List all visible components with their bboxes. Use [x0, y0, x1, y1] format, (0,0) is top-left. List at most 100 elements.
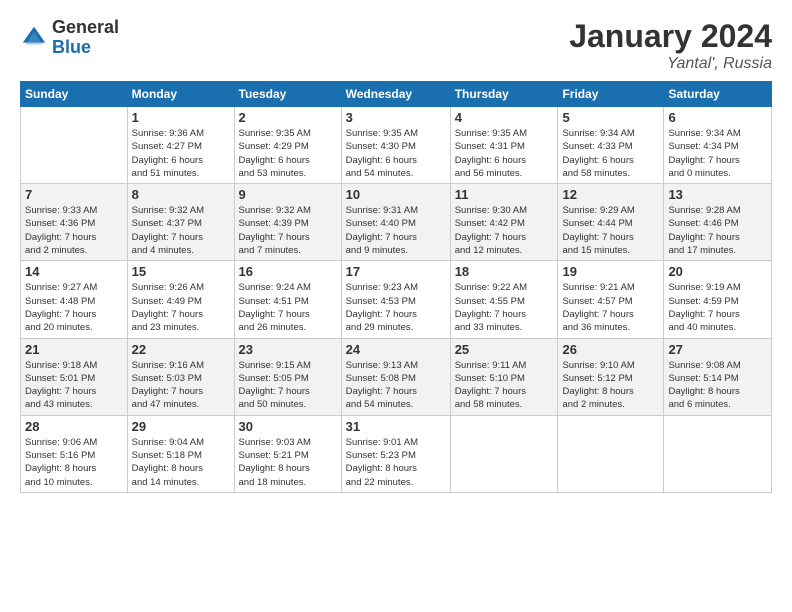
- day-number: 23: [239, 342, 337, 357]
- day-number: 24: [346, 342, 446, 357]
- title-location: Yantal', Russia: [569, 55, 772, 73]
- calendar-cell: [450, 415, 558, 492]
- day-info: Sunrise: 9:32 AM Sunset: 4:39 PM Dayligh…: [239, 204, 337, 257]
- calendar-cell: 15 Sunrise: 9:26 AM Sunset: 4:49 PM Dayli…: [127, 261, 234, 338]
- calendar-header-row: SundayMondayTuesdayWednesdayThursdayFrid…: [21, 82, 772, 107]
- calendar-cell: 25Sunrise: 9:11 AM Sunset: 5:10 PM Dayli…: [450, 338, 558, 415]
- day-number: 4: [455, 110, 554, 125]
- day-number: 22: [132, 342, 230, 357]
- day-info: Sunrise: 9:22 AM Sunset: 4:55 PM Dayligh…: [455, 281, 554, 334]
- calendar-day-header: Tuesday: [234, 82, 341, 107]
- calendar-cell: 11Sunrise: 9:30 AM Sunset: 4:42 PM Dayli…: [450, 184, 558, 261]
- calendar-cell: [558, 415, 664, 492]
- logo: General Blue: [20, 18, 119, 58]
- day-number: 17: [346, 264, 446, 279]
- day-number: 15: [132, 264, 230, 279]
- calendar-week-row: 21 Sunrise: 9:18 AM Sunset: 5:01 PM Dayli…: [21, 338, 772, 415]
- logo-icon: [20, 24, 48, 52]
- day-number: 30: [239, 419, 337, 434]
- day-info: Sunrise: 9:19 AM Sunset: 4:59 PM Dayligh…: [668, 281, 767, 334]
- calendar-cell: 5 Sunrise: 9:34 AM Sunset: 4:33 PM Daylig…: [558, 107, 664, 184]
- day-info: Sunrise: 9:32 AM Sunset: 4:37 PM Dayligh…: [132, 204, 230, 257]
- calendar-cell: 1Sunrise: 9:36 AM Sunset: 4:27 PM Daylig…: [127, 107, 234, 184]
- calendar-cell: 22 Sunrise: 9:16 AM Sunset: 5:03 PM Dayli…: [127, 338, 234, 415]
- day-info: Sunrise: 9:34 AM Sunset: 4:34 PM Dayligh…: [668, 127, 767, 180]
- header: General Blue January 2024 Yantal', Russi…: [20, 18, 772, 73]
- calendar-cell: 14 Sunrise: 9:27 AM Sunset: 4:48 PM Dayli…: [21, 261, 128, 338]
- day-info: Sunrise: 9:27 AM Sunset: 4:48 PM Dayligh…: [25, 281, 123, 334]
- day-number: 3: [346, 110, 446, 125]
- page: General Blue January 2024 Yantal', Russi…: [0, 0, 792, 612]
- day-info: Sunrise: 9:21 AM Sunset: 4:57 PM Dayligh…: [562, 281, 659, 334]
- calendar-cell: 23Sunrise: 9:15 AM Sunset: 5:05 PM Dayli…: [234, 338, 341, 415]
- calendar-cell: 10 Sunrise: 9:31 AM Sunset: 4:40 PM Dayli…: [341, 184, 450, 261]
- day-info: Sunrise: 9:24 AM Sunset: 4:51 PM Dayligh…: [239, 281, 337, 334]
- day-info: Sunrise: 9:03 AM Sunset: 5:21 PM Dayligh…: [239, 436, 337, 489]
- day-info: Sunrise: 9:23 AM Sunset: 4:53 PM Dayligh…: [346, 281, 446, 334]
- day-info: Sunrise: 9:29 AM Sunset: 4:44 PM Dayligh…: [562, 204, 659, 257]
- day-number: 10: [346, 187, 446, 202]
- day-info: Sunrise: 9:13 AM Sunset: 5:08 PM Dayligh…: [346, 359, 446, 412]
- calendar-week-row: 1Sunrise: 9:36 AM Sunset: 4:27 PM Daylig…: [21, 107, 772, 184]
- day-number: 31: [346, 419, 446, 434]
- day-info: Sunrise: 9:10 AM Sunset: 5:12 PM Dayligh…: [562, 359, 659, 412]
- logo-general: General: [52, 18, 119, 38]
- day-info: Sunrise: 9:18 AM Sunset: 5:01 PM Dayligh…: [25, 359, 123, 412]
- calendar-cell: 3 Sunrise: 9:35 AM Sunset: 4:30 PM Daylig…: [341, 107, 450, 184]
- calendar-cell: 20 Sunrise: 9:19 AM Sunset: 4:59 PM Dayli…: [664, 261, 772, 338]
- day-number: 16: [239, 264, 337, 279]
- calendar-day-header: Saturday: [664, 82, 772, 107]
- calendar-cell: 29 Sunrise: 9:04 AM Sunset: 5:18 PM Dayli…: [127, 415, 234, 492]
- title-month: January 2024: [569, 18, 772, 55]
- logo-blue: Blue: [52, 38, 119, 58]
- day-number: 20: [668, 264, 767, 279]
- calendar-day-header: Thursday: [450, 82, 558, 107]
- day-info: Sunrise: 9:34 AM Sunset: 4:33 PM Dayligh…: [562, 127, 659, 180]
- day-info: Sunrise: 9:35 AM Sunset: 4:30 PM Dayligh…: [346, 127, 446, 180]
- day-info: Sunrise: 9:16 AM Sunset: 5:03 PM Dayligh…: [132, 359, 230, 412]
- calendar-cell: 18 Sunrise: 9:22 AM Sunset: 4:55 PM Dayli…: [450, 261, 558, 338]
- day-info: Sunrise: 9:35 AM Sunset: 4:31 PM Dayligh…: [455, 127, 554, 180]
- calendar-cell: 27 Sunrise: 9:08 AM Sunset: 5:14 PM Dayli…: [664, 338, 772, 415]
- day-number: 14: [25, 264, 123, 279]
- day-info: Sunrise: 9:06 AM Sunset: 5:16 PM Dayligh…: [25, 436, 123, 489]
- day-number: 7: [25, 187, 123, 202]
- day-number: 26: [562, 342, 659, 357]
- day-info: Sunrise: 9:26 AM Sunset: 4:49 PM Dayligh…: [132, 281, 230, 334]
- calendar-cell: 8Sunrise: 9:32 AM Sunset: 4:37 PM Daylig…: [127, 184, 234, 261]
- day-number: 2: [239, 110, 337, 125]
- calendar-cell: 7Sunrise: 9:33 AM Sunset: 4:36 PM Daylig…: [21, 184, 128, 261]
- day-info: Sunrise: 9:31 AM Sunset: 4:40 PM Dayligh…: [346, 204, 446, 257]
- day-number: 21: [25, 342, 123, 357]
- day-info: Sunrise: 9:30 AM Sunset: 4:42 PM Dayligh…: [455, 204, 554, 257]
- day-info: Sunrise: 9:08 AM Sunset: 5:14 PM Dayligh…: [668, 359, 767, 412]
- day-info: Sunrise: 9:28 AM Sunset: 4:46 PM Dayligh…: [668, 204, 767, 257]
- day-info: Sunrise: 9:04 AM Sunset: 5:18 PM Dayligh…: [132, 436, 230, 489]
- day-number: 27: [668, 342, 767, 357]
- title-block: January 2024 Yantal', Russia: [569, 18, 772, 73]
- calendar-day-header: Monday: [127, 82, 234, 107]
- calendar-cell: 13Sunrise: 9:28 AM Sunset: 4:46 PM Dayli…: [664, 184, 772, 261]
- day-number: 29: [132, 419, 230, 434]
- calendar-cell: 6Sunrise: 9:34 AM Sunset: 4:34 PM Daylig…: [664, 107, 772, 184]
- calendar-cell: 24 Sunrise: 9:13 AM Sunset: 5:08 PM Dayli…: [341, 338, 450, 415]
- calendar-cell: 2Sunrise: 9:35 AM Sunset: 4:29 PM Daylig…: [234, 107, 341, 184]
- day-number: 12: [562, 187, 659, 202]
- calendar-day-header: Friday: [558, 82, 664, 107]
- calendar-cell: 21 Sunrise: 9:18 AM Sunset: 5:01 PM Dayli…: [21, 338, 128, 415]
- day-number: 9: [239, 187, 337, 202]
- day-number: 19: [562, 264, 659, 279]
- calendar-cell: [21, 107, 128, 184]
- calendar-cell: 4 Sunrise: 9:35 AM Sunset: 4:31 PM Daylig…: [450, 107, 558, 184]
- day-info: Sunrise: 9:01 AM Sunset: 5:23 PM Dayligh…: [346, 436, 446, 489]
- day-number: 5: [562, 110, 659, 125]
- calendar-cell: 26 Sunrise: 9:10 AM Sunset: 5:12 PM Dayli…: [558, 338, 664, 415]
- calendar-day-header: Wednesday: [341, 82, 450, 107]
- day-info: Sunrise: 9:11 AM Sunset: 5:10 PM Dayligh…: [455, 359, 554, 412]
- calendar-cell: 30 Sunrise: 9:03 AM Sunset: 5:21 PM Dayli…: [234, 415, 341, 492]
- calendar-day-header: Sunday: [21, 82, 128, 107]
- calendar-cell: 12 Sunrise: 9:29 AM Sunset: 4:44 PM Dayli…: [558, 184, 664, 261]
- day-number: 18: [455, 264, 554, 279]
- calendar-cell: [664, 415, 772, 492]
- calendar-cell: 17 Sunrise: 9:23 AM Sunset: 4:53 PM Dayli…: [341, 261, 450, 338]
